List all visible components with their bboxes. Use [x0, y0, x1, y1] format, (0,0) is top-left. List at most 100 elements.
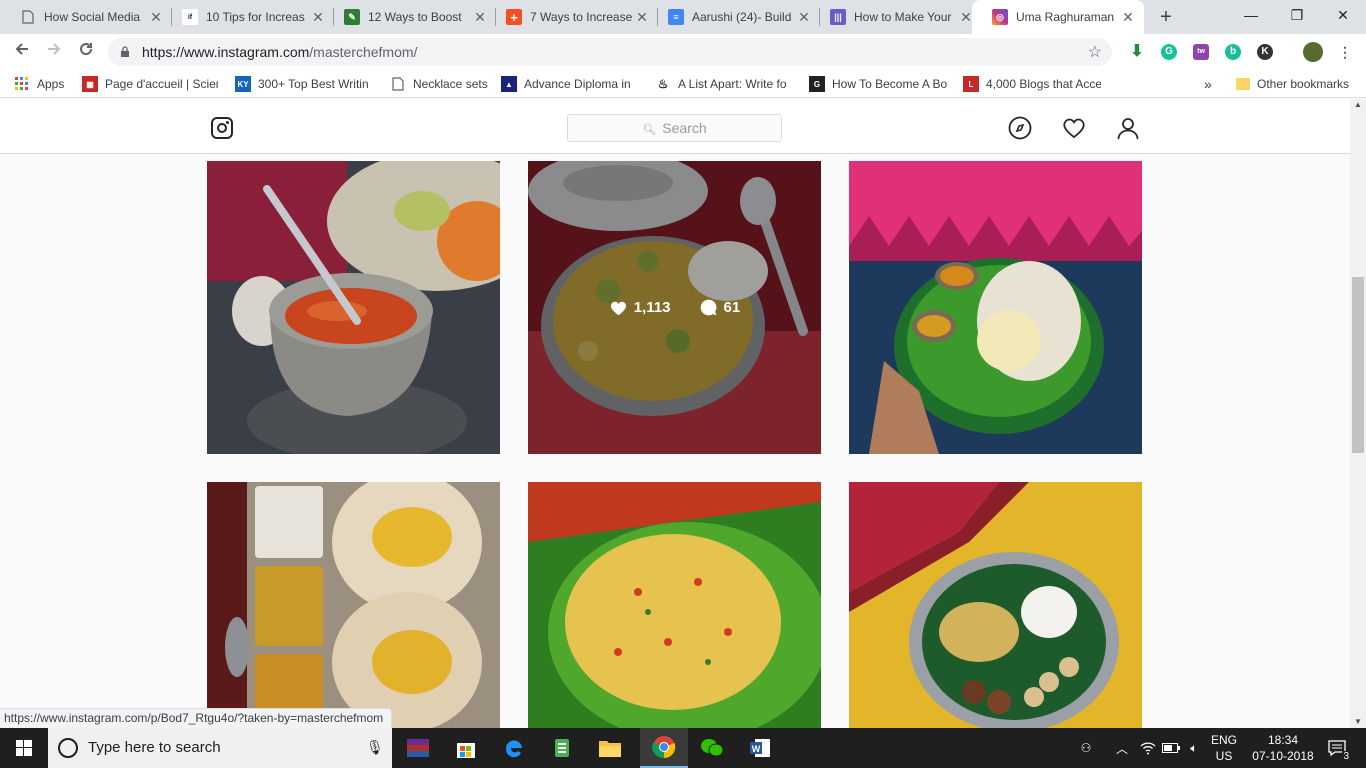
- scroll-down-arrow[interactable]: ▼: [1350, 716, 1366, 728]
- post-thumbnail[interactable]: [207, 482, 500, 728]
- system-clock[interactable]: 18:34 07-10-2018: [1250, 732, 1316, 764]
- search-icon: 🔍︎: [642, 124, 657, 136]
- link-status-bar: https://www.instagram.com/p/Bod7_Rtgu4o/…: [0, 708, 393, 728]
- restore-button[interactable]: ❐: [1274, 0, 1320, 32]
- bookmark-apps[interactable]: Apps: [14, 76, 64, 92]
- lang-top: ENG: [1210, 733, 1237, 747]
- purple-bars-icon: |||: [830, 9, 846, 25]
- page-icon: [390, 76, 406, 92]
- compass-icon[interactable]: [1008, 116, 1032, 140]
- forward-button[interactable]: [42, 40, 66, 64]
- tab-4[interactable]: + 7 Ways to Increase ✕: [486, 0, 658, 34]
- taskbar-word-icon[interactable]: W: [736, 728, 784, 768]
- battery-icon[interactable]: [1160, 728, 1182, 768]
- instagram-logo-icon[interactable]: [211, 117, 233, 139]
- taskbar-wechat-icon[interactable]: [688, 728, 736, 768]
- taskbar-evernote-icon[interactable]: [538, 728, 586, 768]
- post-thumbnail[interactable]: [528, 482, 821, 728]
- wifi-icon[interactable]: [1138, 728, 1158, 768]
- scrollbar-thumb[interactable]: [1352, 277, 1364, 453]
- bookmark-alistapart[interactable]: ♨ A List Apart: Write fo: [655, 76, 793, 92]
- tab-title: 10 Tips for Increas: [206, 10, 305, 24]
- b-extension-icon[interactable]: b: [1225, 44, 1241, 60]
- taskbar-winrar-icon[interactable]: [394, 728, 442, 768]
- people-icon[interactable]: ⚇: [1074, 728, 1098, 768]
- docs-icon: ≡: [668, 9, 684, 25]
- red-plus-icon: +: [506, 9, 522, 25]
- taskbar-store-icon[interactable]: [442, 728, 490, 768]
- diploma-icon: ▲: [501, 76, 517, 92]
- download-arrow-icon[interactable]: ⬇: [1129, 44, 1145, 60]
- lang-bottom: US: [1215, 749, 1233, 763]
- blogs-icon: L: [963, 76, 979, 92]
- new-tab-button[interactable]: +: [1156, 6, 1176, 28]
- page-scrollbar[interactable]: ▲ ▼: [1350, 99, 1366, 728]
- comments-count: 61: [723, 299, 741, 316]
- bookmark-label: 4,000 Blogs that Acce: [986, 77, 1101, 91]
- profile-avatar[interactable]: [1303, 42, 1323, 62]
- bookmarks-overflow-chevron[interactable]: »: [1204, 76, 1212, 92]
- instagram-icon: ◎: [992, 9, 1008, 25]
- tab-3[interactable]: ✎ 12 Ways to Boost ✕: [324, 0, 496, 34]
- url-text: https://www.instagram.com/masterchefmom/: [142, 44, 418, 60]
- tab-2[interactable]: if 10 Tips for Increas ✕: [162, 0, 334, 34]
- bookmark-label: Necklace sets: [413, 77, 488, 91]
- k-extension-icon[interactable]: K: [1257, 44, 1273, 60]
- search-placeholder: Type here to search: [88, 739, 221, 756]
- bookmark-diploma[interactable]: ▲ Advance Diploma in: [501, 76, 639, 92]
- taskbar-search-input[interactable]: Type here to search 🎙︎: [48, 728, 392, 768]
- back-button[interactable]: [10, 40, 34, 64]
- bookmark-label: Apps: [37, 77, 65, 91]
- post-hover-overlay: 1,113 61: [528, 161, 821, 454]
- grammarly-icon[interactable]: G: [1161, 44, 1177, 60]
- puzzle-extension-icon[interactable]: tw: [1193, 44, 1209, 60]
- bookmark-how-to-become[interactable]: G How To Become A Bo: [809, 76, 947, 92]
- post-thumbnail[interactable]: [849, 482, 1142, 728]
- taskbar-file-explorer-icon[interactable]: [586, 728, 634, 768]
- other-bookmarks[interactable]: Other bookmarks: [1236, 76, 1349, 92]
- bookmark-blogs[interactable]: L 4,000 Blogs that Acce: [963, 76, 1101, 92]
- lock-icon: [121, 46, 129, 57]
- profile-icon[interactable]: [1116, 116, 1140, 140]
- tab-6[interactable]: ||| How to Make Your ✕: [810, 0, 982, 34]
- heart-icon[interactable]: [1062, 116, 1086, 140]
- volume-icon[interactable]: 🔈︎: [1184, 728, 1204, 768]
- clock-time: 18:34: [1267, 733, 1299, 747]
- tab-strip: How Social Media ✕ if 10 Tips for Increa…: [0, 0, 1366, 34]
- action-center-icon[interactable]: 3: [1322, 728, 1352, 768]
- language-indicator[interactable]: ENG US: [1206, 732, 1242, 764]
- scroll-up-arrow[interactable]: ▲: [1350, 99, 1366, 111]
- page-icon: [20, 9, 36, 25]
- bookmark-science[interactable]: ▦ Page d'accueil | Scien: [82, 76, 218, 92]
- bookmark-label: Other bookmarks: [1257, 77, 1350, 91]
- tab-title: 12 Ways to Boost: [368, 10, 462, 24]
- clock-date: 07-10-2018: [1252, 749, 1314, 763]
- post-thumbnail-hovered[interactable]: 1,113 61: [528, 161, 821, 454]
- tab-5[interactable]: ≡ Aarushi (24)- Build ✕: [648, 0, 820, 34]
- menu-icon[interactable]: ⋮: [1337, 44, 1353, 60]
- tab-7-active[interactable]: ◎ Uma Raghuraman ✕: [972, 0, 1144, 34]
- heart-filled-icon: [610, 301, 626, 316]
- show-hidden-icons-chevron[interactable]: ︿: [1112, 728, 1132, 768]
- bookmark-writing[interactable]: KY 300+ Top Best Writin: [235, 76, 373, 92]
- post-thumbnail[interactable]: [849, 161, 1142, 454]
- post-thumbnail[interactable]: [207, 161, 500, 454]
- taskbar-edge-icon[interactable]: [490, 728, 538, 768]
- bookmark-necklace[interactable]: Necklace sets: [390, 76, 490, 92]
- close-window-button[interactable]: ✕: [1320, 0, 1366, 32]
- address-bar[interactable]: https://www.instagram.com/masterchefmom/…: [108, 38, 1112, 66]
- influencer-icon: if: [182, 9, 198, 25]
- windows-taskbar: Type here to search 🎙︎ W ⚇ ︿ 🔈︎ ENG US 1…: [0, 728, 1366, 768]
- bookmark-label: Advance Diploma in: [524, 77, 631, 91]
- close-icon[interactable]: ✕: [1120, 9, 1136, 26]
- taskbar-chrome-icon[interactable]: [640, 728, 688, 768]
- reload-button[interactable]: [74, 40, 98, 64]
- start-button[interactable]: [0, 728, 48, 768]
- minimize-button[interactable]: —: [1228, 0, 1274, 32]
- tab-title: 7 Ways to Increase: [530, 10, 633, 24]
- tab-1[interactable]: How Social Media ✕: [0, 0, 172, 34]
- bookmark-star-icon[interactable]: ☆: [1088, 42, 1102, 62]
- search-input[interactable]: 🔍︎ Search: [567, 114, 782, 142]
- microphone-icon[interactable]: 🎙︎: [366, 739, 384, 756]
- instagram-header: 🔍︎ Search: [0, 99, 1350, 154]
